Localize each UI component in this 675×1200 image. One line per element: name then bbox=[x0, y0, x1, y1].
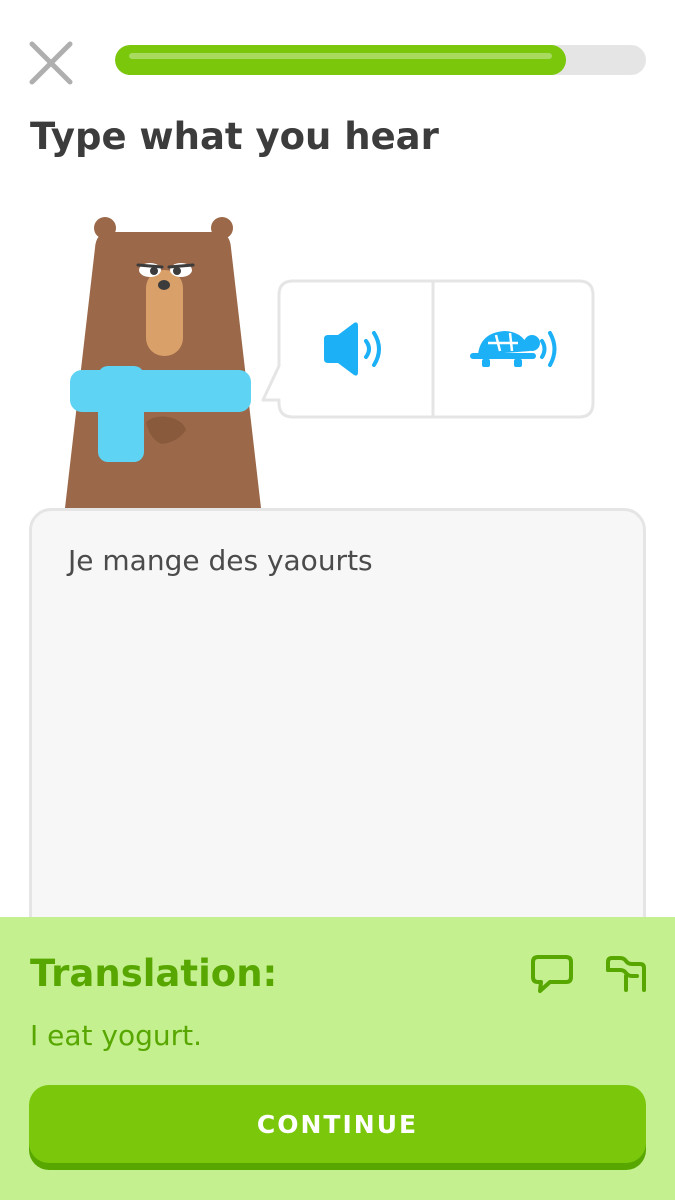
close-button[interactable] bbox=[28, 40, 74, 86]
discuss-button[interactable] bbox=[530, 952, 574, 996]
comment-icon bbox=[531, 955, 573, 993]
report-button[interactable] bbox=[604, 952, 648, 996]
flag-icon bbox=[606, 956, 646, 992]
speaker-icon bbox=[324, 322, 381, 376]
progress-bar-fill bbox=[115, 45, 567, 75]
audio-speech-bubble bbox=[261, 278, 595, 420]
play-audio-button[interactable] bbox=[279, 280, 431, 418]
feedback-title: Translation: bbox=[30, 952, 278, 995]
turtle-speaker-icon bbox=[470, 331, 557, 367]
continue-button[interactable]: CONTINUE bbox=[29, 1085, 646, 1163]
play-slow-audio-button[interactable] bbox=[434, 280, 594, 418]
prompt-title: Type what you hear bbox=[30, 115, 439, 158]
bear-character bbox=[65, 217, 261, 508]
close-icon bbox=[29, 41, 73, 85]
progress-bar bbox=[115, 45, 646, 75]
answer-text: Je mange des yaourts bbox=[68, 544, 373, 577]
progress-bar-shine bbox=[129, 53, 553, 59]
translation-text: I eat yogurt. bbox=[30, 1019, 203, 1052]
answer-input[interactable]: Je mange des yaourts bbox=[29, 508, 646, 948]
